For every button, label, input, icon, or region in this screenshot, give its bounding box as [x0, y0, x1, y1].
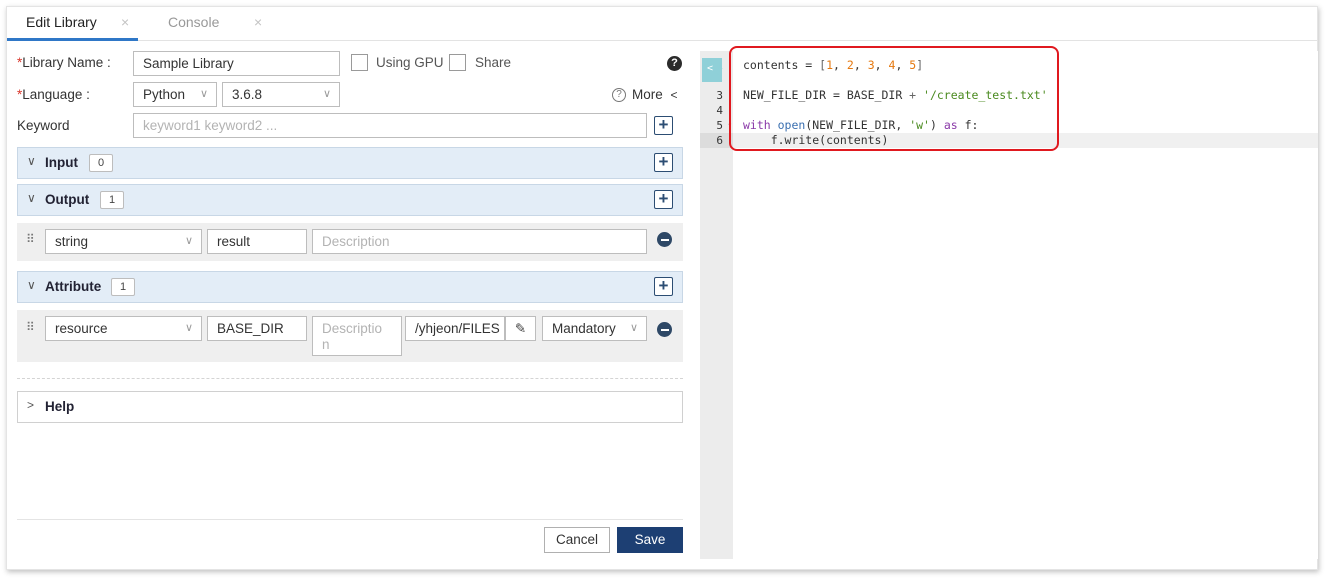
close-icon[interactable]: ×: [254, 7, 262, 37]
input-section-title: Input: [45, 155, 78, 170]
output-type-select[interactable]: string ∨: [45, 229, 202, 254]
chevron-left-icon: <: [670, 88, 678, 102]
tab-bar: Edit Library × Console ×: [7, 7, 1317, 41]
add-output-button[interactable]: +: [654, 190, 673, 209]
output-name-input[interactable]: result: [207, 229, 307, 254]
pencil-icon: ✎: [514, 321, 527, 336]
more-label: More: [632, 87, 663, 102]
output-type-value: string: [55, 234, 89, 249]
language-select-value: Python: [143, 87, 186, 102]
attribute-requirement-value: Mandatory: [552, 321, 616, 336]
add-keyword-button[interactable]: +: [654, 116, 673, 135]
more-toggle[interactable]: More <: [632, 87, 678, 102]
chevron-down-icon: ∨: [629, 322, 638, 334]
language-label: *Language :: [17, 87, 90, 102]
keyword-input[interactable]: keyword1 keyword2 ...: [133, 113, 647, 138]
input-section-header[interactable]: ∨ Input 0 +: [17, 147, 683, 179]
attribute-description-input[interactable]: Descriptio n: [312, 316, 402, 356]
code-highlight-annotation: [729, 46, 1059, 151]
output-description-input[interactable]: Description: [312, 229, 647, 254]
output-row: ⠿ string ∨ result Description: [17, 223, 683, 261]
more-help-icon: ?: [612, 88, 626, 102]
cancel-button[interactable]: Cancel: [544, 527, 610, 553]
library-name-label: *Library Name :: [17, 55, 111, 70]
drag-handle-icon[interactable]: ⠿: [26, 321, 36, 333]
chevron-down-icon: ∨: [27, 278, 36, 292]
close-icon[interactable]: ×: [121, 7, 129, 37]
chevron-down-icon: ∨: [184, 322, 193, 334]
save-button[interactable]: Save: [617, 527, 683, 553]
attribute-requirement-select[interactable]: Mandatory ∨: [542, 316, 647, 341]
edit-path-button[interactable]: ✎: [505, 316, 536, 341]
output-section-header[interactable]: ∨ Output 1 +: [17, 184, 683, 216]
tab-edit-library[interactable]: Edit Library ×: [7, 7, 138, 41]
library-editor-window: Edit Library × Console × *Library Name :…: [6, 6, 1318, 570]
using-gpu-label: Using GPU: [376, 55, 444, 70]
help-section-title: Help: [45, 399, 75, 414]
share-checkbox[interactable]: [449, 54, 466, 71]
attribute-type-value: resource: [55, 321, 108, 336]
chevron-down-icon: ∨: [27, 191, 36, 205]
using-gpu-checkbox[interactable]: [351, 54, 368, 71]
help-icon[interactable]: ?: [667, 56, 682, 71]
remove-output-button[interactable]: [657, 232, 672, 247]
attribute-section-title: Attribute: [45, 279, 102, 294]
chevron-down-icon: ∨: [184, 235, 193, 247]
attribute-type-select[interactable]: resource ∨: [45, 316, 202, 341]
version-select[interactable]: 3.6.8 ∨: [222, 82, 340, 107]
attribute-row: ⠿ resource ∨ BASE_DIR Descriptio n /yhje…: [17, 310, 683, 362]
attribute-count-badge: 1: [111, 278, 135, 296]
help-section-header[interactable]: > Help: [17, 391, 683, 423]
add-input-button[interactable]: +: [654, 153, 673, 172]
library-name-input[interactable]: Sample Library: [133, 51, 340, 76]
tab-console-label: Console: [168, 14, 220, 30]
drag-handle-icon[interactable]: ⠿: [26, 233, 36, 245]
remove-attribute-button[interactable]: [657, 322, 672, 337]
language-select[interactable]: Python ∨: [133, 82, 217, 107]
output-section-title: Output: [45, 192, 90, 207]
input-count-badge: 0: [89, 154, 113, 172]
chevron-down-icon: ∨: [322, 88, 331, 100]
share-label: Share: [475, 55, 512, 70]
divider: [17, 378, 683, 379]
tab-edit-library-label: Edit Library: [26, 14, 97, 30]
footer-divider: [17, 519, 683, 520]
chevron-right-icon: >: [27, 398, 35, 412]
keyword-label: Keyword: [17, 118, 70, 133]
output-count-badge: 1: [100, 191, 124, 209]
attribute-path-input[interactable]: /yhjeon/FILES: [405, 316, 505, 341]
chevron-down-icon: ∨: [27, 154, 36, 168]
attribute-name-input[interactable]: BASE_DIR: [207, 316, 307, 341]
attribute-section-header[interactable]: ∨ Attribute 1 +: [17, 271, 683, 303]
tab-console[interactable]: Console ×: [138, 7, 268, 41]
add-attribute-button[interactable]: +: [654, 277, 673, 296]
chevron-down-icon: ∨: [199, 88, 208, 100]
version-select-value: 3.6.8: [232, 87, 263, 102]
